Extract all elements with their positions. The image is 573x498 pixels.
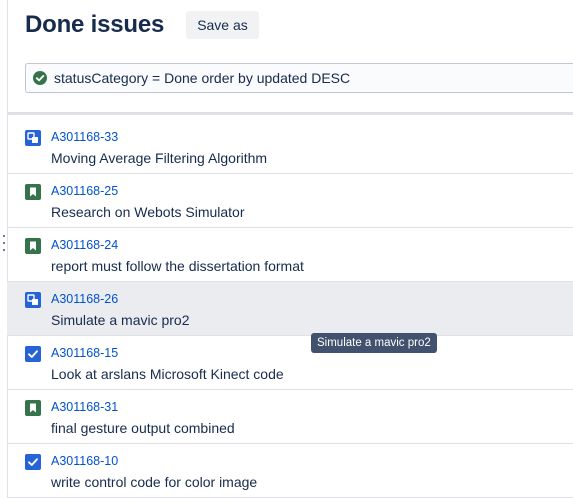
issue-key-link[interactable]: A301168-25	[51, 184, 118, 198]
task-icon	[25, 346, 41, 362]
story-icon	[25, 184, 41, 200]
story-icon	[25, 238, 41, 254]
issue-summary: Look at arslans Microsoft Kinect code	[51, 366, 284, 382]
list-divider	[7, 112, 573, 115]
issue-summary: report must follow the dissertation form…	[51, 258, 304, 274]
subtask-icon	[25, 130, 41, 146]
page-title: Done issues	[25, 11, 165, 38]
issue-row[interactable]: A301168-33 Moving Average Filtering Algor…	[7, 120, 573, 174]
tooltip: Simulate a mavic pro2	[311, 333, 437, 353]
issue-row[interactable]: A301168-26 Simulate a mavic pro2	[7, 282, 573, 336]
jql-query-text[interactable]: statusCategory = Done order by updated D…	[54, 70, 350, 86]
issue-key-link[interactable]: A301168-24	[51, 238, 118, 252]
issue-row[interactable]: A301168-25 Research on Webots Simulator	[7, 174, 573, 228]
issue-key-link[interactable]: A301168-31	[51, 400, 118, 414]
issue-summary: Research on Webots Simulator	[51, 204, 245, 220]
story-icon	[25, 400, 41, 416]
issue-list: A301168-33 Moving Average Filtering Algor…	[7, 120, 573, 498]
issue-row[interactable]: A301168-24 report must follow the dissert…	[7, 228, 573, 282]
issue-key-link[interactable]: A301168-10	[51, 454, 118, 468]
save-as-button[interactable]: Save as	[186, 11, 259, 39]
issue-row[interactable]: A301168-10 write control code for color i…	[7, 444, 573, 498]
issue-key-link[interactable]: A301168-33	[51, 130, 118, 144]
task-icon	[25, 454, 41, 470]
issue-key-link[interactable]: A301168-26	[51, 292, 118, 306]
issue-summary: final gesture output combined	[51, 420, 235, 436]
jql-search-field[interactable]: statusCategory = Done order by updated D…	[25, 63, 573, 93]
issue-summary: write control code for color image	[51, 474, 258, 490]
issue-key-link[interactable]: A301168-15	[51, 346, 118, 360]
check-circle-icon	[33, 71, 47, 85]
issue-row[interactable]: A301168-15 Look at arslans Microsoft Kine…	[7, 336, 573, 390]
page-header: Done issues Save as	[25, 10, 259, 40]
issue-row[interactable]: A301168-31 final gesture output combined	[7, 390, 573, 444]
issue-summary: Moving Average Filtering Algorithm	[51, 150, 268, 166]
issue-summary: Simulate a mavic pro2	[51, 312, 190, 328]
subtask-icon	[25, 292, 41, 308]
